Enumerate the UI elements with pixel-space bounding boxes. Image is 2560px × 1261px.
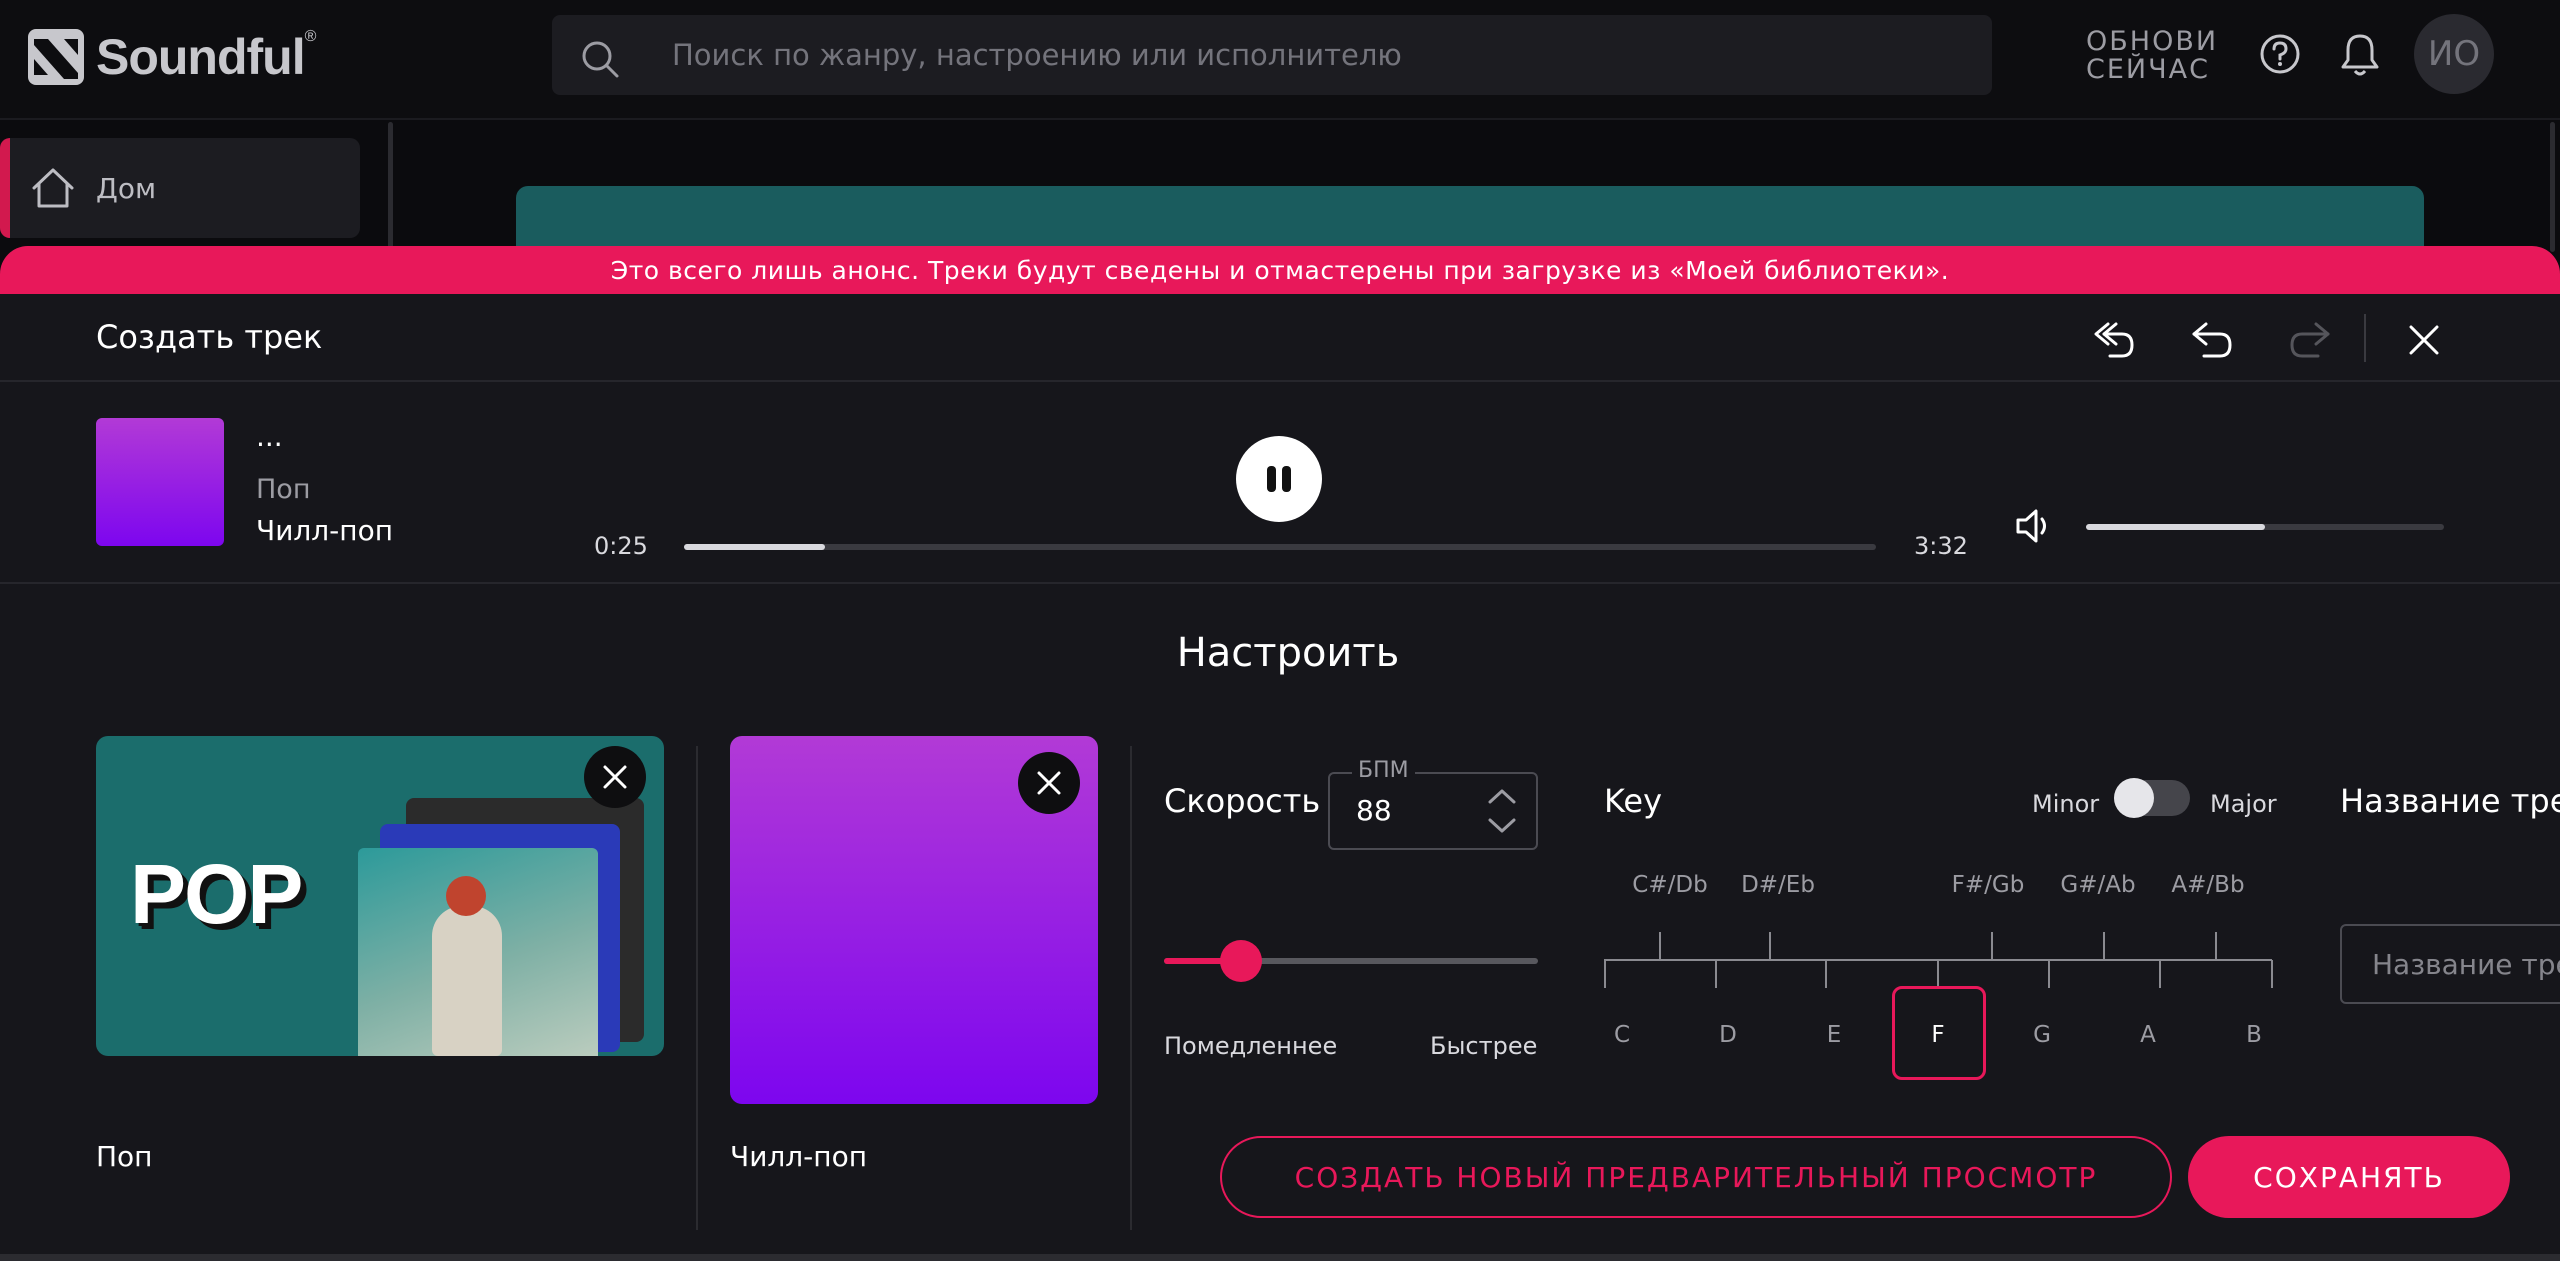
track-name: ...	[256, 420, 283, 453]
bpm-decrement-button[interactable]	[1484, 814, 1520, 838]
sidebar-scrollbar[interactable]	[388, 122, 393, 252]
toggle-knob	[2114, 778, 2154, 818]
search-input[interactable]	[672, 15, 1952, 95]
upgrade-now-button[interactable]: ОБНОВИ СЕЙЧАС	[2086, 28, 2226, 84]
sidebar-item-home[interactable]: Дом	[0, 138, 360, 238]
track-name-label: Название трека	[2340, 782, 2560, 820]
key-g-sharp[interactable]: G#/Ab	[2060, 872, 2135, 898]
tempo-label: Скорость	[1164, 782, 1321, 820]
progress-bar[interactable]	[684, 544, 1876, 550]
remove-genre-button[interactable]	[584, 746, 646, 808]
chevron-down-icon	[1488, 818, 1516, 833]
modal-header: Создать трек	[0, 294, 2560, 382]
modal-title: Создать трек	[96, 318, 323, 356]
progress-fill	[684, 544, 825, 550]
pop-art-text: POP	[130, 847, 303, 941]
search-icon	[582, 41, 619, 78]
upgrade-line-2: СЕЙЧАС	[2086, 54, 2210, 85]
create-preview-button[interactable]: СОЗДАТЬ НОВЫЙ ПРЕДВАРИТЕЛЬНЫЙ ПРОСМОТР	[1220, 1136, 2172, 1218]
close-icon	[1037, 771, 1061, 795]
track-genre: Поп	[256, 474, 311, 505]
close-icon	[2409, 325, 2439, 355]
avatar[interactable]: ИО	[2414, 14, 2494, 94]
key-b[interactable]: B	[2246, 1022, 2262, 1048]
bell-icon[interactable]	[2338, 32, 2382, 78]
minor-label: Minor	[2032, 790, 2100, 818]
tempo-slower-label: Помедленнее	[1164, 1032, 1338, 1060]
bpm-value: 88	[1356, 794, 1392, 827]
divider	[1130, 746, 1132, 1230]
redo-icon	[2290, 322, 2330, 358]
track-subgenre: Чилл-поп	[256, 514, 394, 547]
help-circle-icon[interactable]	[2258, 32, 2302, 76]
sidebar-active-indicator	[0, 138, 10, 238]
divider	[696, 746, 698, 1230]
upgrade-line-1: ОБНОВИ	[2086, 26, 2219, 57]
selected-key-highlight	[1892, 986, 1986, 1080]
bpm-legend: БПМ	[1352, 758, 1415, 783]
total-time: 3:32	[1914, 532, 1968, 560]
pause-button[interactable]	[1236, 436, 1322, 522]
volume-fill	[2086, 524, 2265, 530]
preview-notice: Это всего лишь анонс. Треки будут сведен…	[0, 246, 2560, 294]
key-e[interactable]: E	[1827, 1022, 1842, 1048]
tempo-slider-thumb[interactable]	[1219, 940, 1262, 982]
pause-icon	[1264, 466, 1294, 492]
undo-all-icon	[2094, 322, 2134, 358]
volume-slider[interactable]	[2086, 524, 2444, 530]
key-c[interactable]: C	[1614, 1022, 1630, 1048]
key-d-sharp[interactable]: D#/Eb	[1741, 872, 1815, 898]
undo-icon	[2192, 322, 2232, 358]
redo-button[interactable]	[2282, 312, 2338, 368]
remove-subgenre-button[interactable]	[1018, 752, 1080, 814]
logo-text: Soundful®	[96, 28, 316, 85]
track-name-input[interactable]	[2340, 924, 2560, 1004]
genre-card-pop[interactable]: POP	[96, 736, 664, 1056]
track-player: ... Поп Чилл-поп 0:25 3:32	[0, 384, 2560, 584]
track-cover	[96, 418, 224, 546]
undo-button[interactable]	[2184, 312, 2240, 368]
close-button[interactable]	[2396, 312, 2452, 368]
genre-card-label: Поп	[96, 1140, 153, 1173]
minor-major-toggle[interactable]	[2114, 778, 2190, 818]
bottom-scrollbar[interactable]	[0, 1254, 2560, 1261]
main-scrollbar[interactable]	[2550, 122, 2555, 252]
tempo-slider[interactable]	[1164, 940, 1538, 982]
home-icon	[32, 168, 74, 208]
soundful-logo-icon	[28, 29, 84, 85]
sidebar-item-label: Дом	[96, 171, 157, 205]
subgenre-card-label: Чилл-поп	[730, 1140, 868, 1173]
key-c-sharp[interactable]: C#/Db	[1632, 872, 1707, 898]
tempo-faster-label: Быстрее	[1430, 1032, 1538, 1060]
major-label: Major	[2210, 790, 2277, 818]
volume-icon[interactable]	[2014, 506, 2054, 546]
undo-all-button[interactable]	[2086, 312, 2142, 368]
search-bar[interactable]	[552, 15, 1992, 95]
bpm-increment-button[interactable]	[1484, 784, 1520, 808]
key-a-sharp[interactable]: A#/Bb	[2171, 872, 2244, 898]
top-bar: Soundful® ОБНОВИ СЕЙЧАС ИО	[0, 0, 2560, 120]
subgenre-card-chillpop[interactable]	[730, 736, 1098, 1104]
logo[interactable]: Soundful®	[28, 28, 316, 86]
header-separator	[2364, 314, 2366, 362]
current-time: 0:25	[594, 532, 648, 560]
customize-title: Настроить	[1176, 630, 1400, 676]
save-button[interactable]: СОХРАНЯТЬ	[2188, 1136, 2510, 1218]
chevron-up-icon	[1488, 789, 1516, 804]
key-g[interactable]: G	[2033, 1022, 2051, 1048]
key-f-sharp[interactable]: F#/Gb	[1952, 872, 2025, 898]
key-label: Key	[1604, 782, 1663, 820]
key-d[interactable]: D	[1719, 1022, 1737, 1048]
avatar-initials: ИО	[2427, 34, 2481, 74]
close-icon	[603, 765, 627, 789]
key-a[interactable]: A	[2140, 1022, 2156, 1048]
